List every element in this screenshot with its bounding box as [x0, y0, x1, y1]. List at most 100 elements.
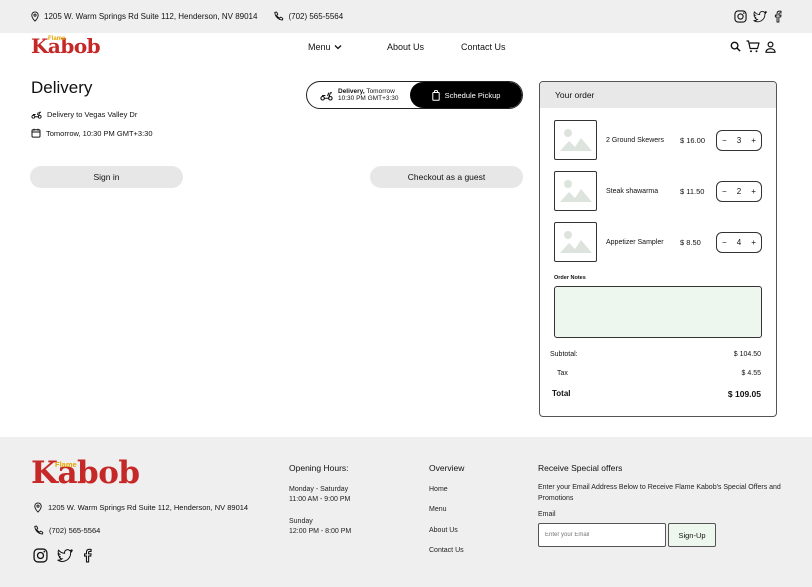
top-bar: 1205 W. Warm Springs Rd Suite 112, Hende…	[0, 0, 812, 33]
item-thumbnail	[554, 120, 597, 160]
chevron-down-icon	[334, 45, 341, 50]
quantity-value: 2	[736, 186, 742, 196]
item-price: $ 11.50	[680, 186, 705, 196]
delivery-time-text: Tomorrow, 10:30 PM GMT+3:30	[46, 128, 153, 138]
signup-button[interactable]: Sign-Up	[668, 523, 716, 547]
hours-sunday-time: 12:00 PM - 8:00 PM	[289, 528, 352, 535]
image-placeholder-icon	[559, 177, 592, 205]
decrease-button[interactable]: −	[722, 136, 727, 145]
total-label: Total	[552, 389, 571, 398]
offers-text: Enter your Email Address Below to Receiv…	[538, 484, 781, 502]
instagram-icon[interactable]	[734, 10, 747, 23]
tax-label: Tax	[557, 370, 568, 377]
page-title: Delivery	[31, 78, 93, 97]
item-price: $ 8.50	[680, 237, 701, 247]
increase-button[interactable]: +	[751, 238, 756, 247]
nav-about[interactable]: About Us	[387, 42, 424, 52]
offers-title: Receive Special offers	[538, 463, 623, 473]
item-name: Appetizer Sampler	[606, 238, 664, 246]
quantity-stepper: − 2 +	[716, 180, 762, 202]
cart-icon[interactable]	[746, 40, 760, 53]
footer-logo-small: Flame	[55, 460, 77, 469]
subtotal-label: Subtotal:	[550, 351, 578, 358]
footer-phone-text: (702) 565-5564	[49, 526, 101, 535]
item-thumbnail	[554, 171, 597, 211]
hours-weekday-time: 11:00 AM - 9:00 PM	[289, 496, 351, 503]
delivery-time: Tomorrow, 10:30 PM GMT+3:30	[31, 128, 153, 138]
increase-button[interactable]: +	[751, 187, 756, 196]
search-icon[interactable]	[730, 41, 741, 52]
hours-title: Opening Hours:	[289, 463, 349, 473]
hours-sunday: Sunday 12:00 PM - 8:00 PM	[289, 517, 351, 537]
quantity-stepper: − 3 +	[716, 129, 762, 151]
facebook-icon[interactable]	[82, 548, 92, 563]
footer-link-home[interactable]: Home	[429, 485, 448, 495]
location-icon	[31, 11, 39, 22]
top-phone[interactable]: (702) 565-5564	[273, 11, 343, 22]
decrease-button[interactable]: −	[722, 238, 727, 247]
overview-title: Overview	[429, 463, 465, 473]
delivery-option-label: Delivery,	[338, 88, 365, 95]
guest-checkout-button[interactable]: Checkout as a guest	[370, 166, 523, 188]
delivery-option-time: 10:30 PM GMT+3:30	[338, 95, 399, 102]
image-placeholder-icon	[559, 126, 592, 154]
scooter-icon	[320, 91, 333, 101]
total-value: $ 109.05	[727, 389, 761, 399]
instagram-icon[interactable]	[33, 548, 48, 563]
footer-phone[interactable]: (702) 565-5564	[33, 525, 100, 536]
order-panel: Your order 2 Ground Skewers $ 16.00 − 3 …	[539, 81, 777, 417]
order-panel-title: Your order	[540, 82, 776, 108]
top-address: 1205 W. Warm Springs Rd Suite 112, Hende…	[30, 11, 257, 22]
quantity-stepper: − 4 +	[716, 231, 762, 253]
footer-address: 1205 W. Warm Springs Rd Suite 112, Hende…	[33, 502, 248, 513]
twitter-icon[interactable]	[57, 548, 73, 563]
email-label: Email	[538, 511, 556, 518]
nav-contact[interactable]: Contact Us	[461, 42, 506, 52]
nav-menu-label: Menu	[308, 42, 331, 52]
phone-icon	[34, 525, 44, 535]
item-name: Steak shawarma	[606, 187, 659, 195]
footer-logo[interactable]: Kabob Flame	[31, 455, 140, 491]
footer-address-text: 1205 W. Warm Springs Rd Suite 112, Hende…	[48, 503, 249, 512]
brand-logo[interactable]: Kabob Flame	[31, 34, 101, 58]
twitter-icon[interactable]	[753, 10, 767, 23]
top-social	[734, 10, 782, 23]
order-item: Appetizer Sampler $ 8.50 − 4 +	[554, 222, 764, 262]
delivery-option[interactable]: Delivery, Tomorrow 10:30 PM GMT+3:30	[319, 88, 399, 102]
footer-link-menu[interactable]: Menu	[429, 505, 447, 515]
quantity-value: 4	[736, 237, 742, 247]
delivery-address-text: Delivery to Vegas Valley Dr	[47, 110, 138, 119]
increase-button[interactable]: +	[751, 136, 756, 145]
email-field[interactable]	[538, 523, 666, 547]
nav-menu[interactable]: Menu	[308, 42, 342, 52]
facebook-icon[interactable]	[773, 10, 782, 23]
order-notes-field[interactable]	[554, 286, 762, 338]
logo-small: Flame	[48, 36, 66, 42]
order-item: 2 Ground Skewers $ 16.00 − 3 +	[554, 120, 764, 160]
footer-link-contact[interactable]: Contact Us	[429, 546, 464, 556]
schedule-pickup-button[interactable]: Schedule Pickup	[410, 82, 522, 108]
delivery-option-day: Tomorrow	[364, 88, 395, 95]
item-name: 2 Ground Skewers	[606, 136, 664, 144]
quantity-value: 3	[736, 135, 742, 145]
calendar-icon	[31, 128, 41, 138]
delivery-address: Delivery to Vegas Valley Dr	[31, 110, 137, 119]
user-icon[interactable]	[765, 40, 776, 53]
order-item: Steak shawarma $ 11.50 − 2 +	[554, 171, 764, 211]
top-phone-text: (702) 565-5564	[288, 12, 344, 21]
top-address-text: 1205 W. Warm Springs Rd Suite 112, Hende…	[44, 12, 258, 21]
decrease-button[interactable]: −	[722, 187, 727, 196]
delivery-option-text: Delivery, Tomorrow 10:30 PM GMT+3:30	[338, 88, 399, 102]
footer: Kabob Flame 1205 W. Warm Springs Rd Suit…	[0, 437, 812, 587]
phone-icon	[274, 11, 284, 21]
hours-weekday: Monday - Saturday 11:00 AM - 9:00 PM	[289, 485, 350, 505]
sign-in-button[interactable]: Sign in	[30, 166, 183, 188]
nav-icons	[730, 40, 776, 53]
subtotal-value: $ 104.50	[733, 351, 761, 358]
footer-logo-text: Kabob	[31, 455, 140, 491]
footer-link-about[interactable]: About Us	[429, 526, 458, 536]
schedule-pickup-label: Schedule Pickup	[444, 90, 501, 100]
footer-social	[33, 548, 92, 563]
hours-sunday-days: Sunday	[289, 518, 313, 525]
logo-text: Kabob	[31, 34, 101, 58]
